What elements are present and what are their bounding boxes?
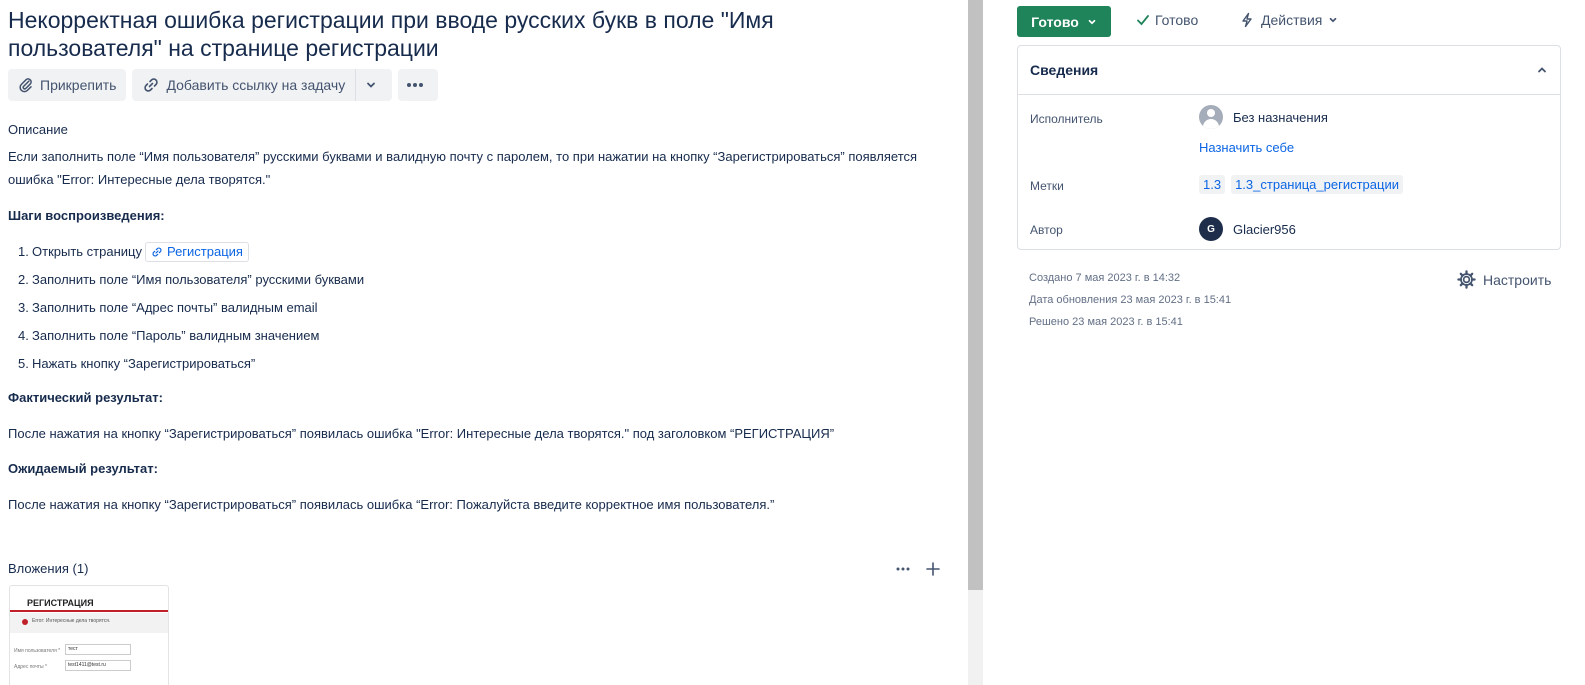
attachment-thumbnail[interactable]: РЕГИСТРАЦИЯ Error: Интересные дела творя… [9,585,169,685]
thumb-username-input: тест [65,644,131,655]
thumb-email-input: test1411@test.ru [65,660,131,671]
check-icon [1137,15,1149,26]
actions-button[interactable]: Действия [1239,12,1338,28]
scrollbar-thumb[interactable] [968,0,983,590]
resolved-date: Решено 23 мая 2023 г. в 15:41 [1029,316,1183,328]
label-tag[interactable]: 1.3_страница_регистрации [1231,175,1403,194]
more-icon [407,83,424,87]
lightning-icon [1242,12,1252,28]
list-item: 3. Заполнить поле “Адрес почты” валидным… [18,300,318,315]
chevron-up-icon [1538,67,1546,73]
issue-title[interactable]: Некорректная ошибка регистрации при ввод… [8,6,908,62]
attachments-actions [896,559,940,579]
assign-to-me-link[interactable]: Назначить себе [1199,140,1294,155]
paperclip-icon [19,78,32,93]
status-button[interactable]: Готово [1017,6,1111,37]
add-link-label: Добавить ссылку на задачу [166,77,346,93]
description-text: Если заполнить поле “Имя пользователя” р… [8,149,918,187]
issue-toolbar: Прикрепить Добавить ссылку на задачу [8,69,439,101]
reporter-value[interactable]: G Glacier956 [1199,217,1296,241]
add-icon[interactable] [926,559,940,579]
list-item: 4. Заполнить поле “Пароль” валидным знач… [18,328,320,343]
label-tag[interactable]: 1.3 [1199,175,1226,194]
thumb-error-text: Error: Интересные дела творятся. [32,618,111,624]
actual-heading: Фактический результат: [8,390,163,405]
list-item: 1. Открыть страницу Регистрация [18,238,364,266]
link-icon [144,78,159,92]
details-header[interactable]: Сведения [1018,46,1560,95]
avatar: G [1199,217,1223,241]
attach-label: Прикрепить [40,77,117,93]
labels-label: Метки [1030,179,1064,193]
chevron-down-icon [1330,17,1337,23]
resolution-status: Готово [1136,12,1198,28]
labels-value[interactable]: 1.3 1.3_страница_регистрации [1199,175,1409,194]
steps-heading: Шаги воспроизведения: [8,208,165,223]
assignee-value[interactable]: Без назначения [1199,105,1328,129]
thumb-error-box: Error: Интересные дела творятся. [10,613,168,633]
list-item: 2. Заполнить поле “Имя пользователя” рус… [18,272,365,287]
thumb-title: РЕГИСТРАЦИЯ [27,598,94,608]
more-actions-button[interactable] [398,69,439,101]
add-link-button[interactable]: Добавить ссылку на задачу [132,69,356,101]
expected-text: После нажатия на кнопку “Зарегистрироват… [8,497,775,512]
attachments-heading: Вложения (1) [8,561,89,576]
assignee-label: Исполнитель [1030,112,1103,126]
list-item: 5. Нажать кнопку “Зарегистрироваться” [18,356,256,371]
error-icon [22,619,28,625]
attach-button[interactable]: Прикрепить [8,69,127,101]
actual-text: После нажатия на кнопку “Зарегистрироват… [8,426,835,441]
issue-sidebar: Готово Готово Действия Сведения Исполнит… [984,0,1585,685]
expected-heading: Ожидаемый результат: [8,461,158,476]
updated-date: Дата обновления 23 мая 2023 г. в 15:41 [1029,294,1232,306]
more-icon[interactable] [896,559,910,579]
details-panel: Сведения Исполнитель Без назначения Назн… [1017,45,1561,250]
issue-main: Некорректная ошибка регистрации при ввод… [0,0,968,685]
created-date: Создано 7 мая 2023 г. в 14:32 [1029,272,1181,284]
thumb-email-label: Адрес почты * [14,664,47,670]
configure-button[interactable]: Настроить [1457,270,1551,289]
gear-icon [1457,270,1476,289]
thumb-divider [10,610,168,612]
add-link-dropdown[interactable] [355,69,393,101]
thumb-username-label: Имя пользователя * [14,648,61,654]
description-heading: Описание [8,122,68,137]
registration-link-chip[interactable]: Регистрация [144,242,249,262]
link-icon [152,247,162,257]
add-link-group: Добавить ссылку на задачу [132,69,393,101]
chevron-down-icon [367,82,376,88]
avatar [1199,105,1223,129]
reporter-label: Автор [1030,223,1063,237]
steps-list: 1. Открыть страницу Регистрация 2. Запол… [18,238,364,378]
chevron-down-icon [1088,19,1096,24]
